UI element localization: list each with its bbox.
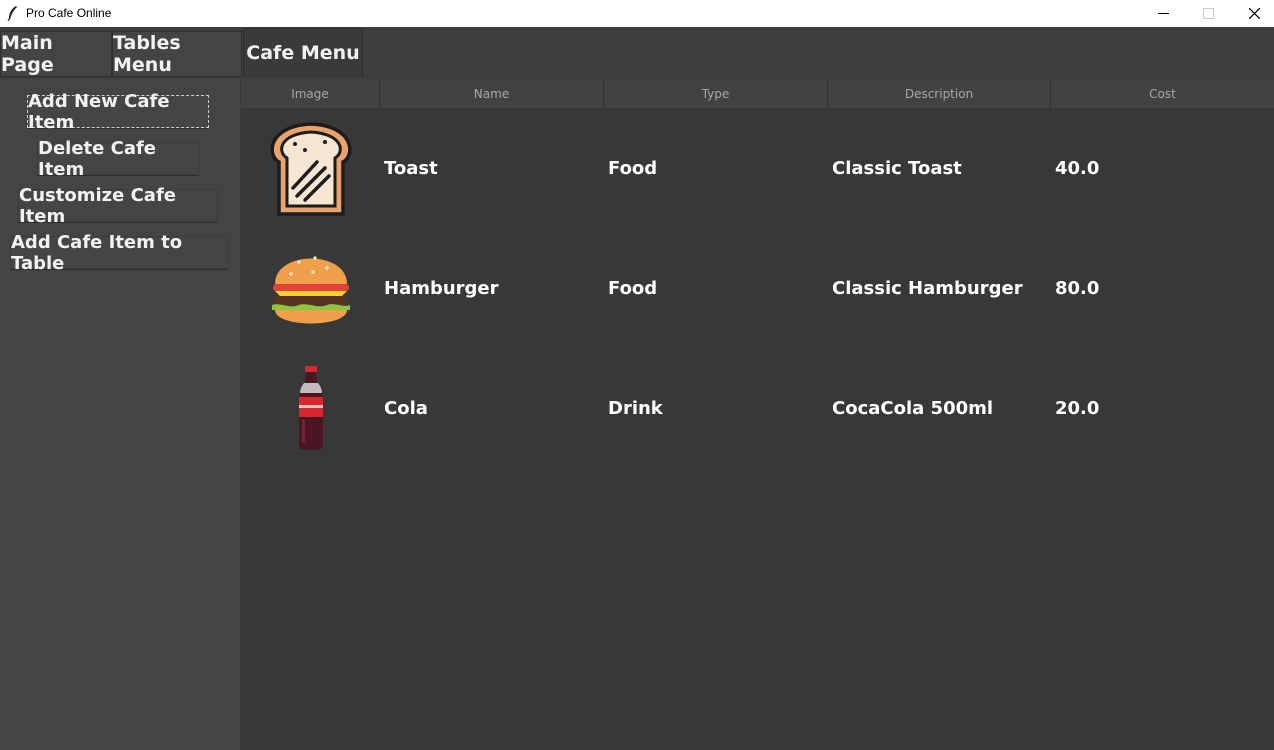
close-button[interactable] [1231, 0, 1274, 26]
close-icon [1248, 7, 1260, 19]
item-name: Toast [384, 157, 438, 179]
add-cafe-item-to-table-button[interactable]: Add Cafe Item to Table [10, 232, 228, 274]
item-image [241, 108, 380, 228]
tab-cafe-menu[interactable]: Cafe Menu [243, 28, 363, 77]
hamburger-icon [271, 256, 350, 324]
item-name: Cola [384, 397, 428, 419]
column-header-description[interactable]: Description [828, 79, 1051, 108]
item-description: Classic Toast [832, 157, 962, 179]
cola-bottle-icon [298, 366, 323, 450]
title-bar: Pro Cafe Online [0, 0, 1274, 27]
column-header-type[interactable]: Type [604, 79, 828, 108]
window-title: Pro Cafe Online [26, 6, 112, 20]
maximize-icon [1202, 7, 1214, 19]
column-header-image[interactable]: Image [241, 79, 380, 108]
tab-tables-menu[interactable]: Tables Menu [112, 31, 242, 77]
toast-icon [270, 122, 351, 216]
item-type: Food [608, 277, 658, 299]
column-header-cost[interactable]: Cost [1051, 79, 1274, 108]
item-name: Hamburger [384, 277, 499, 299]
item-image [241, 228, 380, 348]
delete-cafe-item-button[interactable]: Delete Cafe Item [37, 138, 199, 180]
minimize-button[interactable] [1140, 0, 1186, 26]
item-cost: 40.0 [1055, 157, 1100, 179]
customize-cafe-item-button[interactable]: Customize Cafe Item [18, 185, 218, 227]
cafe-items-table[interactable]: Image Name Type Description Cost Toast F… [241, 79, 1274, 750]
feather-icon [7, 6, 17, 21]
tab-main-page[interactable]: Main Page [0, 31, 112, 77]
table-row[interactable]: Cola Drink CocaCola 500ml 20.0 [241, 348, 1274, 468]
item-cost: 80.0 [1055, 277, 1100, 299]
tab-bar: Main Page Tables Menu Cafe Menu [0, 27, 1274, 79]
table-row[interactable]: Toast Food Classic Toast 40.0 [241, 108, 1274, 228]
sidebar: Add New Cafe Item Delete Cafe Item Custo… [0, 79, 240, 750]
item-image [241, 348, 380, 468]
table-header: Image Name Type Description Cost [241, 79, 1274, 108]
maximize-button[interactable] [1185, 0, 1231, 26]
item-description: Classic Hamburger [832, 277, 1023, 299]
item-cost: 20.0 [1055, 397, 1100, 419]
column-header-name[interactable]: Name [380, 79, 604, 108]
table-row[interactable]: Hamburger Food Classic Hamburger 80.0 [241, 228, 1274, 348]
item-description: CocaCola 500ml [832, 397, 994, 419]
minimize-icon [1157, 12, 1169, 14]
item-type: Food [608, 157, 658, 179]
item-type: Drink [608, 397, 663, 419]
add-new-cafe-item-button[interactable]: Add New Cafe Item [27, 91, 209, 133]
